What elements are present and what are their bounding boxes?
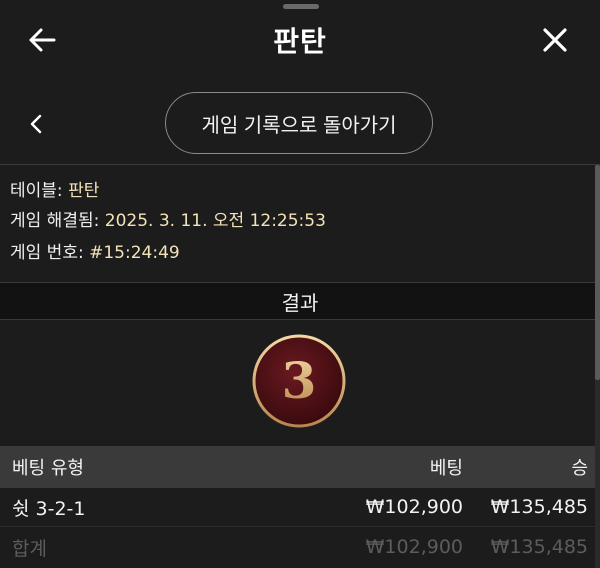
result-number-badge: 3 xyxy=(251,333,347,429)
table-info: 테이블: 판탄 xyxy=(10,180,99,202)
page-title: 판탄 xyxy=(273,25,327,58)
bet-amount-cell: ₩102,900 xyxy=(365,496,463,518)
scrollbar-thumb[interactable] xyxy=(595,165,600,380)
col-bet: 베팅 xyxy=(429,458,463,479)
table-label: 테이블: xyxy=(10,181,63,201)
game-number-label: 게임 번호: xyxy=(10,243,84,263)
chevron-left-icon[interactable] xyxy=(16,104,56,144)
total-label: 합계 xyxy=(12,537,47,560)
result-number: 3 xyxy=(282,351,317,410)
bet-type-cell: 쉿 3-2-1 xyxy=(12,497,86,520)
resolved-label: 게임 해결됨: xyxy=(10,211,100,231)
game-number-value: #15:24:49 xyxy=(89,243,180,263)
total-bet: ₩102,900 xyxy=(365,536,463,558)
close-icon[interactable] xyxy=(535,20,575,60)
col-win: 승 xyxy=(571,458,588,479)
game-number-info: 게임 번호: #15:24:49 xyxy=(10,242,180,264)
table-value: 판탄 xyxy=(68,181,100,201)
resolved-info: 게임 해결됨: 2025. 3. 11. 오전 12:25:53 xyxy=(10,210,326,232)
win-amount-cell: ₩135,485 xyxy=(490,496,588,518)
divider xyxy=(0,164,600,165)
result-heading: 결과 xyxy=(0,282,600,320)
bets-table-header: 베팅 유형 베팅 승 xyxy=(0,446,600,488)
resolved-value: 2025. 3. 11. 오전 12:25:53 xyxy=(104,211,326,231)
total-win: ₩135,485 xyxy=(490,536,588,558)
total-row: 합계 ₩102,900 ₩135,485 xyxy=(0,528,600,566)
history-nav: 게임 기록으로 돌아가기 xyxy=(0,92,600,156)
back-to-history-button[interactable]: 게임 기록으로 돌아가기 xyxy=(165,92,433,154)
table-row: 쉿 3-2-1 ₩102,900 ₩135,485 xyxy=(0,488,600,526)
divider xyxy=(0,526,600,527)
col-bet-type: 베팅 유형 xyxy=(12,458,84,479)
top-bar: 판탄 xyxy=(0,0,600,80)
